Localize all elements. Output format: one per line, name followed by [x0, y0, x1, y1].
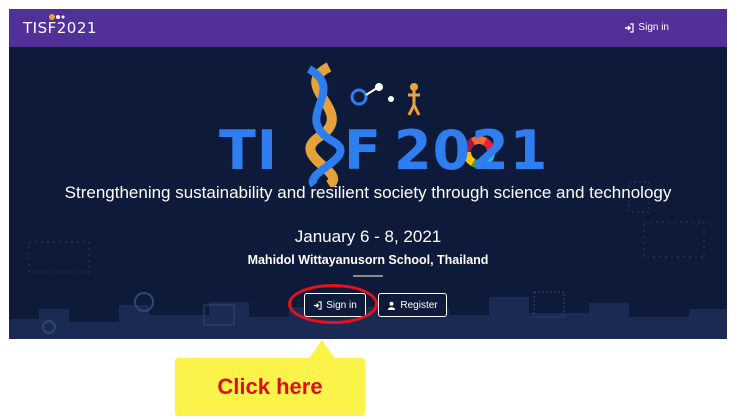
register-button[interactable]: Register: [378, 293, 447, 317]
highlight-ring: [288, 284, 378, 324]
hero-divider: [353, 275, 383, 277]
sign-in-icon: [625, 22, 635, 33]
hero-tagline: Strengthening sustainability and resilie…: [64, 183, 672, 202]
top-navbar: TISF2021 Sign in: [9, 9, 727, 47]
event-dates: January 6 - 8, 2021: [294, 227, 442, 246]
brand-mark-icon: [49, 14, 65, 20]
event-venue: Mahidol Wittayanusorn School, Thailand: [247, 253, 489, 267]
register-button-label: Register: [400, 299, 438, 311]
logo-year-text: 2021: [394, 119, 549, 182]
callout-text: Click here: [217, 374, 323, 399]
logo-ti-text: TI: [219, 119, 278, 182]
callout-pointer: [308, 340, 336, 360]
user-icon: [388, 301, 396, 310]
brand-logo[interactable]: TISF2021: [23, 14, 97, 37]
logo-f-text: F: [344, 119, 382, 182]
click-here-callout: Click here: [175, 358, 365, 416]
tisf2021-logo: TI F 2021: [209, 57, 549, 187]
nav-signin-link[interactable]: Sign in: [624, 22, 669, 33]
nav-signin-label: Sign in: [638, 22, 669, 33]
